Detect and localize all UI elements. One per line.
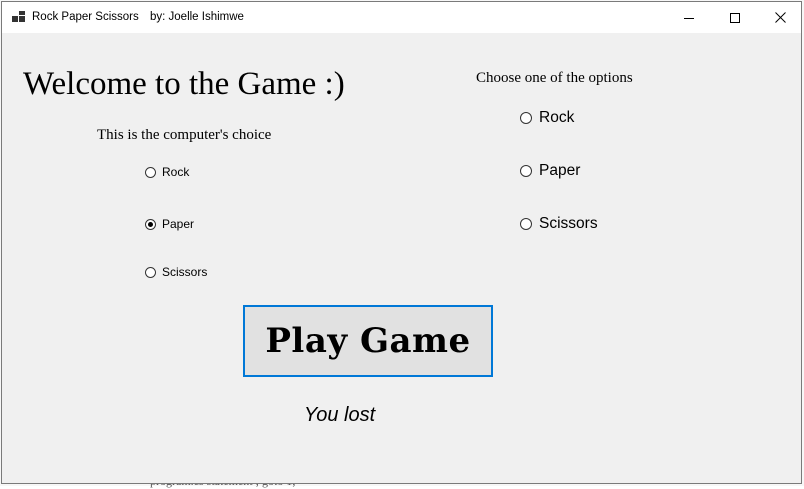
computer-radio-paper[interactable]: Paper xyxy=(145,217,194,231)
radio-circle xyxy=(520,218,532,230)
app-icon xyxy=(12,11,26,23)
computer-choice-label: This is the computer's choice xyxy=(97,127,272,143)
close-icon xyxy=(774,12,786,23)
window-title: Rock Paper Scissors xyxy=(32,11,139,23)
radio-label: Scissors xyxy=(539,215,598,232)
radio-circle xyxy=(145,266,156,278)
radio-label: Rock xyxy=(162,165,190,179)
computer-radio-scissors[interactable]: Scissors xyxy=(145,265,207,279)
player-radio-rock[interactable]: Rock xyxy=(520,109,574,127)
title-bar[interactable]: Rock Paper Scissors by: Joelle Ishimwe xyxy=(2,2,801,33)
player-radio-scissors[interactable]: Scissors xyxy=(520,215,598,233)
radio-label: Paper xyxy=(162,217,195,231)
client-area: Welcome to the Game :) This is the compu… xyxy=(2,33,801,484)
window-author: by: Joelle Ishimwe xyxy=(150,11,244,23)
radio-circle-checked xyxy=(145,218,156,230)
radio-circle xyxy=(145,166,156,178)
app-window: Rock Paper Scissors by: Joelle Ishimwe W… xyxy=(1,1,802,484)
player-radio-paper[interactable]: Paper xyxy=(520,162,580,180)
minimize-icon xyxy=(684,17,694,19)
close-button[interactable] xyxy=(757,2,803,33)
maximize-button[interactable] xyxy=(712,2,758,33)
play-game-button[interactable]: Play Game xyxy=(243,305,493,377)
player-choice-label: Choose one of the options xyxy=(476,70,633,86)
computer-radio-rock[interactable]: Rock xyxy=(145,165,189,179)
welcome-heading: Welcome to the Game :) xyxy=(23,66,345,102)
result-text: You lost xyxy=(304,404,376,426)
radio-label: Rock xyxy=(539,109,575,126)
radio-label: Scissors xyxy=(162,265,208,279)
radio-label: Paper xyxy=(539,162,581,179)
radio-circle xyxy=(520,112,532,124)
maximize-icon xyxy=(730,12,740,23)
minimize-button[interactable] xyxy=(666,2,712,33)
radio-circle xyxy=(520,165,532,177)
